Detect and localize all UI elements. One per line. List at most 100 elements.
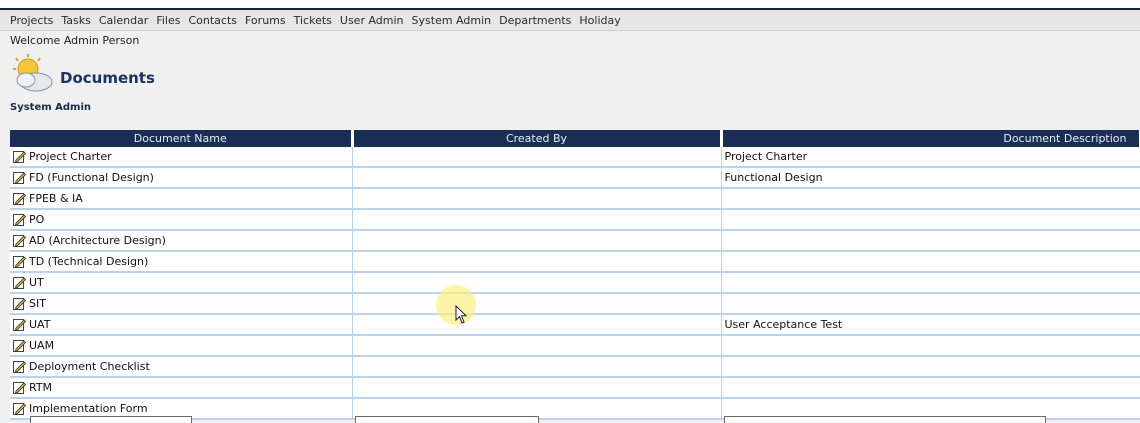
table-row[interactable]: AD (Architecture Design) [10,230,1140,252]
nav-item-user-admin[interactable]: User Admin [340,14,404,27]
filter-row [0,416,1140,423]
document-description-cell [721,377,1140,399]
created-by-cell [352,377,722,399]
column-header-document-description[interactable]: Document Description [721,130,1140,147]
table-row[interactable]: UAM [10,335,1140,357]
document-description-cell: Project Charter [721,147,1140,168]
document-name-link[interactable]: RTM [29,381,52,394]
edit-pencil-icon[interactable] [13,360,27,373]
table-header-row: Document Name Created By Document Descri… [10,130,1140,147]
document-name-cell: FD (Functional Design) [10,167,353,189]
edit-pencil-icon[interactable] [13,150,27,163]
mouse-pointer-icon [436,285,476,325]
created-by-cell [352,356,722,378]
created-by-cell [352,230,722,252]
edit-pencil-icon[interactable] [13,318,27,331]
edit-pencil-icon[interactable] [13,234,27,247]
edit-pencil-icon[interactable] [13,402,27,415]
edit-pencil-icon[interactable] [13,381,27,394]
document-name-cell: RTM [10,377,353,399]
created-by-cell [352,167,722,189]
filter-description-input[interactable] [724,416,1046,423]
edit-pencil-icon[interactable] [13,192,27,205]
table-row[interactable]: Project Charter Project Charter [10,147,1140,168]
document-name-link[interactable]: FD (Functional Design) [29,171,154,184]
created-by-cell [352,147,722,168]
document-name-link[interactable]: Project Charter [29,150,112,163]
created-by-cell [352,251,722,273]
document-name-link[interactable]: UAM [29,339,54,352]
document-name-cell: PO [10,209,353,231]
document-name-cell: UAT [10,314,353,336]
filter-document-name-input[interactable] [30,416,192,423]
created-by-cell [352,314,722,336]
table-row[interactable]: UAT User Acceptance Test [10,314,1140,336]
nav-item-projects[interactable]: Projects [10,14,53,27]
document-name-cell: UAM [10,335,353,357]
nav-item-tasks[interactable]: Tasks [61,14,90,27]
nav-item-departments[interactable]: Departments [499,14,571,27]
table-row[interactable]: PO [10,209,1140,231]
edit-pencil-icon[interactable] [13,255,27,268]
nav-item-holiday[interactable]: Holiday [579,14,620,27]
document-description-cell [721,356,1140,378]
section-label: System Admin [10,102,92,113]
created-by-cell [352,335,722,357]
created-by-cell [352,209,722,231]
table-row[interactable]: FPEB & IA [10,188,1140,210]
edit-pencil-icon[interactable] [13,339,27,352]
document-name-link[interactable]: UAT [29,318,50,331]
nav-item-system-admin[interactable]: System Admin [412,14,492,27]
table-row[interactable]: RTM [10,377,1140,399]
document-name-link[interactable]: Implementation Form [29,402,148,415]
column-header-document-name[interactable]: Document Name [10,130,354,147]
document-name-link[interactable]: SIT [29,297,46,310]
document-name-link[interactable]: AD (Architecture Design) [29,234,166,247]
nav-item-contacts[interactable]: Contacts [188,14,237,27]
created-by-cell [352,188,722,210]
document-name-link[interactable]: TD (Technical Design) [29,255,148,268]
document-description-cell: Functional Design [721,167,1140,189]
documents-table: Document Name Created By Document Descri… [10,130,1140,420]
nav-item-tickets[interactable]: Tickets [294,14,332,27]
edit-pencil-icon[interactable] [13,213,27,226]
edit-pencil-icon[interactable] [13,297,27,310]
document-description-cell [721,335,1140,357]
document-name-link[interactable]: UT [29,276,44,289]
table-row[interactable]: SIT [10,293,1140,315]
table-row[interactable]: TD (Technical Design) [10,251,1140,273]
document-name-cell: UT [10,272,353,294]
app-window: Projects Tasks Calendar Files Contacts Forums… [0,0,1140,423]
document-name-link[interactable]: FPEB & IA [29,192,83,205]
created-by-cell [352,293,722,315]
nav-item-files[interactable]: Files [156,14,180,27]
main-nav: Projects Tasks Calendar Files Contacts Forums… [0,10,1140,31]
nav-item-calendar[interactable]: Calendar [99,14,148,27]
document-description-cell [721,272,1140,294]
document-description-cell [721,188,1140,210]
table-row[interactable]: UT [10,272,1140,294]
document-name-cell: AD (Architecture Design) [10,230,353,252]
document-name-cell: TD (Technical Design) [10,251,353,273]
documents-sun-icon [10,53,58,95]
table-row[interactable]: Deployment Checklist [10,356,1140,378]
document-name-cell: SIT [10,293,353,315]
edit-pencil-icon[interactable] [13,276,27,289]
document-description-cell [721,209,1140,231]
column-header-created-by[interactable]: Created By [352,130,723,147]
document-description-cell: User Acceptance Test [721,314,1140,336]
page-header: Documents [0,50,1140,98]
document-description-cell [721,293,1140,315]
created-by-cell [352,272,722,294]
top-border [0,0,1140,10]
page-title: Documents [60,69,155,87]
document-name-link[interactable]: Deployment Checklist [29,360,150,373]
document-name-link[interactable]: PO [29,213,44,226]
document-description-cell [721,230,1140,252]
document-name-cell: Project Charter [10,147,353,168]
filter-created-by-select[interactable] [355,416,539,423]
document-name-cell: Deployment Checklist [10,356,353,378]
nav-item-forums[interactable]: Forums [245,14,286,27]
edit-pencil-icon[interactable] [13,171,27,184]
table-row[interactable]: FD (Functional Design) Functional Design [10,167,1140,189]
